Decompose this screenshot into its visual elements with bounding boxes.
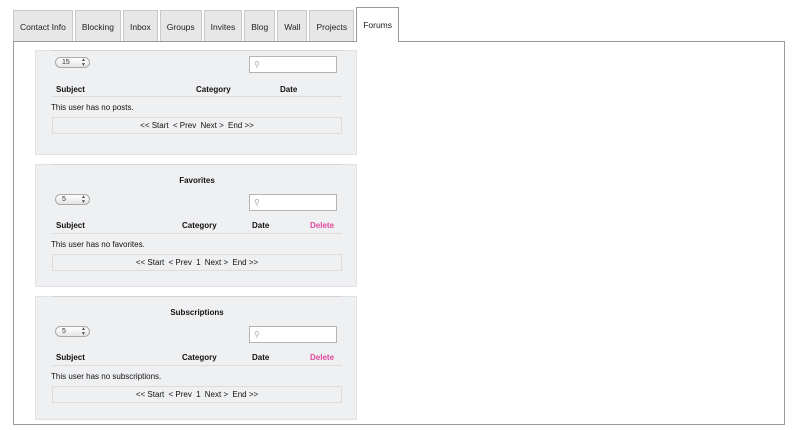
subscriptions-col-date[interactable]: Date <box>252 353 269 362</box>
subscriptions-section: Subscriptions 5 ▲ ▼ ⚲ Subject Category Da… <box>35 296 357 420</box>
pager-page-1-link[interactable]: 1 <box>196 390 200 399</box>
posts-page-size-value: 15 <box>62 59 70 66</box>
tab-forums[interactable]: Forums <box>356 7 399 42</box>
pager-page-1-link[interactable]: 1 <box>196 258 200 267</box>
subscriptions-col-category[interactable]: Category <box>182 353 217 362</box>
posts-empty-message: This user has no posts. <box>51 103 134 112</box>
favorites-box: Favorites 5 ▲ ▼ ⚲ Subject Category Date D… <box>51 164 342 283</box>
favorites-page-size-value: 5 <box>62 196 66 203</box>
updown-arrows-icon: ▲ ▼ <box>81 326 86 337</box>
posts-page-size-select[interactable]: 15 ▲ ▼ <box>55 57 90 68</box>
search-icon: ⚲ <box>254 60 260 69</box>
favorites-divider <box>52 233 342 234</box>
subscriptions-box: Subscriptions 5 ▲ ▼ ⚲ Subject Category Da… <box>51 296 342 415</box>
posts-col-category[interactable]: Category <box>196 85 231 94</box>
posts-divider <box>52 96 342 97</box>
forums-panel: 15 ▲ ▼ ⚲ Subject Category Date This user … <box>13 41 785 425</box>
subscriptions-pager: << Start < Prev 1 Next > End >> <box>52 386 342 403</box>
favorites-title: Favorites <box>179 176 215 185</box>
pager-next-link[interactable]: Next > <box>200 121 223 130</box>
tab-wall[interactable]: Wall <box>277 10 308 42</box>
posts-box: 15 ▲ ▼ ⚲ Subject Category Date This user … <box>51 50 342 151</box>
posts-section: 15 ▲ ▼ ⚲ Subject Category Date This user … <box>35 50 357 155</box>
favorites-col-date[interactable]: Date <box>252 221 269 230</box>
subscriptions-page-size-select[interactable]: 5 ▲ ▼ <box>55 326 90 337</box>
updown-arrows-icon: ▲ ▼ <box>81 194 86 205</box>
updown-arrows-icon: ▲ ▼ <box>81 57 86 68</box>
favorites-section: Favorites 5 ▲ ▼ ⚲ Subject Category Date D… <box>35 164 357 287</box>
pager-prev-link[interactable]: < Prev <box>173 121 196 130</box>
subscriptions-search-input[interactable]: ⚲ <box>249 326 337 343</box>
tab-groups[interactable]: Groups <box>159 10 202 42</box>
favorites-col-category[interactable]: Category <box>182 221 217 230</box>
pager-start-link[interactable]: << Start <box>140 121 168 130</box>
posts-col-date[interactable]: Date <box>280 85 297 94</box>
subscriptions-empty-message: This user has no subscriptions. <box>51 372 162 381</box>
pager-start-link[interactable]: << Start <box>136 390 164 399</box>
pager-end-link[interactable]: End >> <box>228 121 254 130</box>
tab-bar: Contact Info Blocking Inbox Groups Invit… <box>13 7 399 42</box>
favorites-col-subject[interactable]: Subject <box>56 221 85 230</box>
subscriptions-col-subject[interactable]: Subject <box>56 353 85 362</box>
tab-blog[interactable]: Blog <box>244 10 276 42</box>
pager-end-link[interactable]: End >> <box>232 258 258 267</box>
favorites-search-input[interactable]: ⚲ <box>249 194 337 211</box>
tab-contact-info[interactable]: Contact Info <box>13 10 73 42</box>
subscriptions-delete-link[interactable]: Delete <box>310 353 334 362</box>
favorites-page-size-select[interactable]: 5 ▲ ▼ <box>55 194 90 205</box>
posts-pager: << Start < Prev Next > End >> <box>52 117 342 134</box>
subscriptions-title: Subscriptions <box>170 308 224 317</box>
tab-invites[interactable]: Invites <box>203 10 243 42</box>
posts-col-subject[interactable]: Subject <box>56 85 85 94</box>
pager-end-link[interactable]: End >> <box>232 390 258 399</box>
search-icon: ⚲ <box>254 198 260 207</box>
tab-inbox[interactable]: Inbox <box>122 10 158 42</box>
search-icon: ⚲ <box>254 330 260 339</box>
subscriptions-page-size-value: 5 <box>62 328 66 335</box>
tab-blocking[interactable]: Blocking <box>74 10 121 42</box>
tab-projects[interactable]: Projects <box>309 10 355 42</box>
subscriptions-divider <box>52 365 342 366</box>
pager-next-link[interactable]: Next > <box>205 390 228 399</box>
favorites-delete-link[interactable]: Delete <box>310 221 334 230</box>
posts-search-input[interactable]: ⚲ <box>249 56 337 73</box>
pager-prev-link[interactable]: < Prev <box>169 390 192 399</box>
favorites-pager: << Start < Prev 1 Next > End >> <box>52 254 342 271</box>
pager-start-link[interactable]: << Start <box>136 258 164 267</box>
pager-prev-link[interactable]: < Prev <box>169 258 192 267</box>
pager-next-link[interactable]: Next > <box>205 258 228 267</box>
favorites-empty-message: This user has no favorites. <box>51 240 145 249</box>
